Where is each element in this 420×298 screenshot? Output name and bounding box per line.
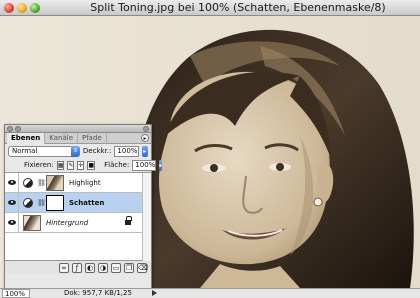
- layer-row-schatten[interactable]: ⛓ Schatten: [5, 192, 151, 213]
- minimize-window-button[interactable]: [17, 3, 27, 13]
- palette-close-icon[interactable]: [7, 126, 13, 132]
- lock-label: Fixieren:: [24, 161, 54, 169]
- adjustment-layer-icon: [23, 177, 33, 188]
- visibility-toggle[interactable]: [5, 212, 19, 233]
- fill-slider-button[interactable]: ▸: [159, 159, 163, 171]
- lock-paint-icon[interactable]: ✎: [67, 160, 75, 170]
- tab-kanaele[interactable]: Kanäle: [45, 133, 78, 144]
- window-titlebar: Split Toning.jpg bei 100% (Schatten, Ebe…: [0, 0, 420, 16]
- layer-row-hintergrund[interactable]: Hintergrund: [5, 212, 151, 233]
- new-group-icon[interactable]: ▭: [111, 262, 121, 273]
- link-layers-icon[interactable]: ∞: [59, 262, 69, 273]
- layer-mask-thumbnail[interactable]: [46, 194, 64, 211]
- layers-scrollbar[interactable]: [142, 173, 151, 261]
- document-info: Dok: 957,7 KB/1,25 MB: [64, 289, 132, 297]
- layer-thumbnail[interactable]: [23, 214, 41, 231]
- blend-opacity-row: Normal ⇕ Deckkr.: 100% ▸: [5, 144, 151, 158]
- trash-icon[interactable]: ⌫: [137, 262, 148, 273]
- layer-name[interactable]: Hintergrund: [46, 219, 88, 227]
- close-window-button[interactable]: [4, 3, 14, 13]
- lock-all-icon[interactable]: ■: [87, 160, 96, 170]
- zoom-window-button[interactable]: [30, 3, 40, 13]
- palette-tabs: Ebenen Kanäle Pfade ▸: [5, 133, 151, 144]
- lock-move-icon[interactable]: ✛: [77, 160, 85, 170]
- layers-palette: Ebenen Kanäle Pfade ▸ Normal ⇕ Deckkr.: …: [4, 124, 163, 292]
- blend-mode-select[interactable]: Normal ⇕: [8, 145, 80, 157]
- tab-ebenen[interactable]: Ebenen: [7, 133, 46, 144]
- add-mask-icon[interactable]: ◐: [85, 262, 95, 273]
- zoom-input[interactable]: 100%: [2, 289, 30, 298]
- layer-name[interactable]: Highlight: [69, 179, 101, 187]
- visibility-toggle[interactable]: [5, 172, 19, 193]
- tab-pfade[interactable]: Pfade: [78, 133, 107, 144]
- opacity-slider-button[interactable]: ▸: [141, 145, 148, 157]
- link-icon: ⛓: [37, 198, 46, 207]
- layers-list: ⛓ Highlight ⛓ Schatten Hintergrund: [5, 172, 151, 261]
- adjustment-layer-icon: [23, 197, 33, 208]
- visibility-toggle[interactable]: [5, 192, 19, 213]
- blend-mode-value: Normal: [12, 146, 38, 155]
- layer-thumbnail[interactable]: [46, 174, 64, 191]
- layer-style-icon[interactable]: ƒ: [72, 262, 82, 273]
- eye-icon: [7, 180, 16, 185]
- status-menu-icon[interactable]: [152, 290, 157, 296]
- palette-bottom-bar: ∞ ƒ ◐ ◑ ▭ ❐ ⌫: [5, 260, 151, 274]
- window-title: Split Toning.jpg bei 100% (Schatten, Ebe…: [90, 1, 386, 14]
- new-adjustment-icon[interactable]: ◑: [98, 262, 108, 273]
- eye-icon: [7, 220, 16, 225]
- layer-row-highlight[interactable]: ⛓ Highlight: [5, 172, 151, 193]
- chevron-down-icon: ⇕: [70, 145, 80, 157]
- fill-input[interactable]: 100%: [132, 159, 157, 171]
- eye-icon: [7, 200, 16, 205]
- opacity-input[interactable]: 100%: [114, 145, 139, 157]
- status-bar: 100% Dok: 957,7 KB/1,25 MB: [0, 288, 420, 298]
- palette-menu-icon[interactable]: ▸: [141, 134, 149, 142]
- lock-icon: [125, 216, 132, 226]
- opacity-label: Deckkr.:: [82, 147, 112, 155]
- lock-transparency-icon[interactable]: ▦: [56, 160, 65, 170]
- link-icon: ⛓: [37, 178, 46, 187]
- palette-collapse-icon[interactable]: [143, 126, 149, 132]
- palette-titlebar[interactable]: [5, 125, 151, 133]
- lock-fill-row: Fixieren: ▦ ✎ ✛ ■ Fläche: 100% ▸: [5, 158, 163, 172]
- new-layer-icon[interactable]: ❐: [124, 262, 134, 273]
- layer-name[interactable]: Schatten: [69, 199, 104, 207]
- fill-label: Fläche:: [104, 161, 130, 169]
- palette-minimize-icon[interactable]: [15, 126, 21, 132]
